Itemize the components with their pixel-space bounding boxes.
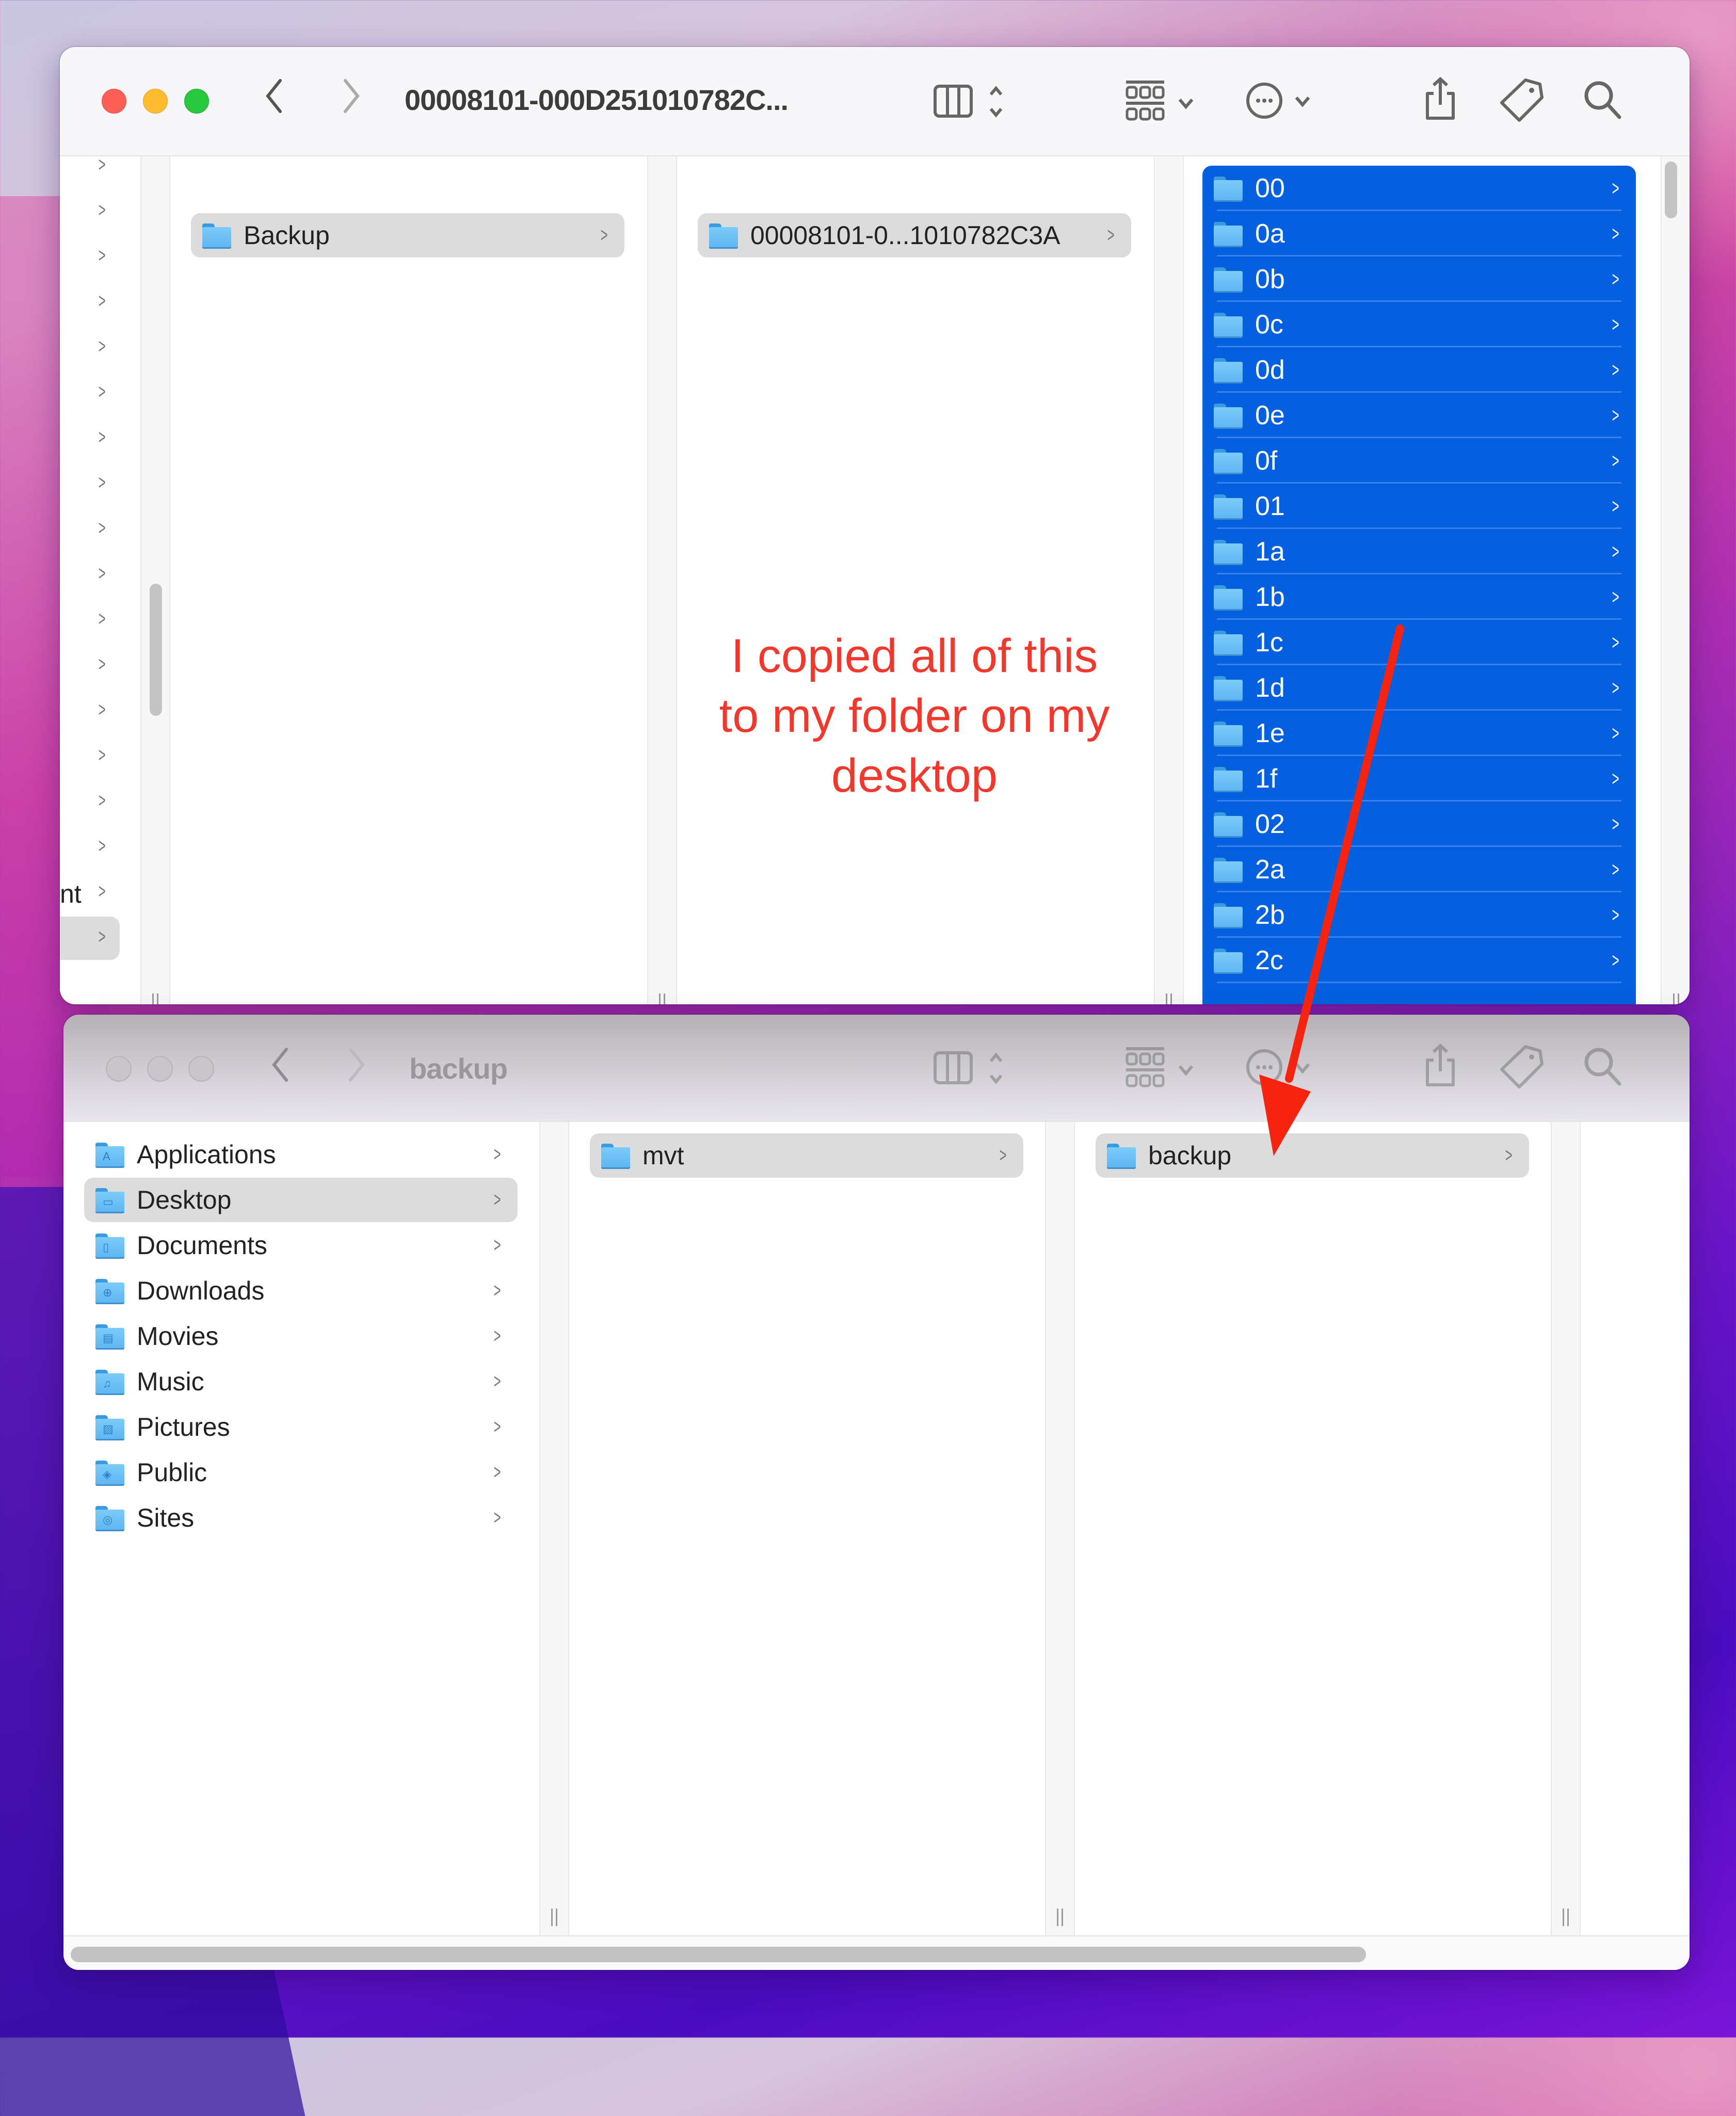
folder-glyph: ♫ [103,1377,111,1390]
annotation-arrow [1259,624,1404,1156]
folder-glyph: ⊕ [103,1286,112,1299]
arrow-shaft [1285,624,1404,1083]
folder-glyph: ▭ [103,1195,114,1208]
folder-glyph: ▯ [103,1241,109,1254]
folder-glyph: ◎ [103,1513,113,1526]
arrow-head [1259,1075,1311,1156]
folder-glyph: ◈ [103,1468,111,1481]
folder-glyph: A [103,1150,110,1163]
folder-glyph: ▨ [103,1422,114,1435]
folder-glyph: ▤ [103,1332,114,1344]
